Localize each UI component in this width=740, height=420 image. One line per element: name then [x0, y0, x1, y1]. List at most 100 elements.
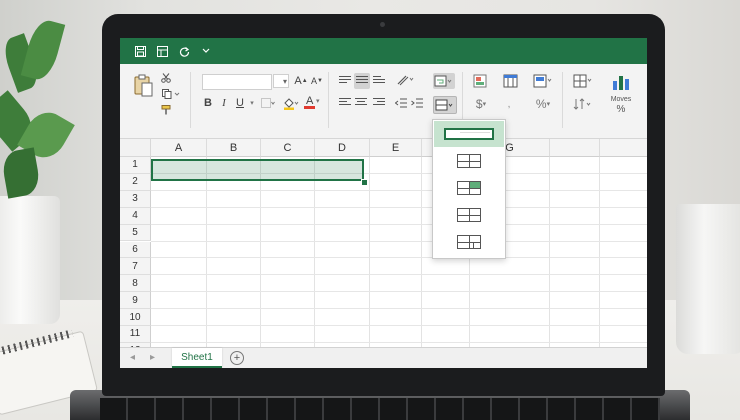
- row-header-5[interactable]: 5: [120, 224, 151, 242]
- undo-icon[interactable]: [154, 43, 170, 59]
- column-gridline: [421, 157, 422, 347]
- format-as-table-icon[interactable]: [502, 73, 520, 89]
- bold-button[interactable]: B: [202, 96, 214, 110]
- align-bottom-icon[interactable]: [372, 74, 386, 88]
- row-header-8[interactable]: 8: [120, 275, 151, 293]
- decrease-indent-icon[interactable]: [394, 96, 408, 110]
- next-sheet-icon[interactable]: ▸: [150, 352, 155, 363]
- paste-icon[interactable]: [132, 72, 154, 98]
- sheet-tab-bar: ◂ ▸ Sheet1 +: [120, 347, 647, 368]
- spreadsheet-grid: ABCDEFG 123456789101112: [120, 139, 647, 360]
- merge-center-icon: [444, 128, 494, 140]
- row-gridline: [151, 189, 647, 191]
- laptop-keyboard: [100, 398, 660, 420]
- title-bar: [120, 38, 647, 64]
- merge-and-center-item[interactable]: [434, 121, 504, 147]
- align-middle-icon[interactable]: [354, 73, 370, 89]
- align-top-icon[interactable]: [338, 74, 352, 88]
- align-left-icon[interactable]: [338, 96, 352, 110]
- group-separator: [328, 72, 329, 128]
- row-header-3[interactable]: 3: [120, 190, 151, 208]
- row-gridline: [151, 240, 647, 242]
- split-cells-item[interactable]: [434, 229, 504, 255]
- row-header-10[interactable]: 10: [120, 309, 151, 326]
- row-gridline: [151, 308, 647, 310]
- row-gridline: [151, 341, 647, 343]
- borders-icon[interactable]: [260, 97, 276, 109]
- column-gridline: [206, 157, 207, 347]
- underline-button[interactable]: U: [234, 96, 246, 110]
- chevron-down-icon[interactable]: ▾: [248, 96, 256, 110]
- merge-cells-item[interactable]: [434, 175, 504, 201]
- grow-font-button[interactable]: A ▲: [294, 74, 307, 88]
- select-all-corner[interactable]: [120, 139, 151, 157]
- chevron-down-icon[interactable]: [198, 43, 214, 59]
- font-name-input[interactable]: [202, 74, 272, 90]
- prev-sheet-icon[interactable]: ◂: [130, 352, 135, 363]
- row-gridline: [151, 206, 647, 208]
- wrap-text-icon[interactable]: [433, 73, 455, 89]
- merge-across-item[interactable]: [434, 148, 504, 174]
- plant-pot: [0, 196, 60, 324]
- increase-indent-icon[interactable]: [410, 96, 424, 110]
- merge-cells-icon: [457, 181, 481, 195]
- row-gridline: [151, 223, 647, 225]
- cut-icon[interactable]: [160, 72, 172, 84]
- column-gridline: [369, 157, 370, 347]
- italic-button[interactable]: I: [218, 96, 230, 110]
- column-header-b[interactable]: B: [207, 139, 261, 157]
- sheet-tab-sheet1[interactable]: Sheet1: [172, 348, 222, 368]
- unmerge-cells-item[interactable]: [434, 202, 504, 228]
- row-header-2[interactable]: 2: [120, 173, 151, 191]
- row-gridline: [151, 257, 647, 259]
- split-cells-icon: [457, 235, 481, 249]
- align-center-icon[interactable]: [354, 96, 368, 110]
- currency-button[interactable]: $ ▾: [472, 96, 490, 112]
- align-right-icon[interactable]: [372, 96, 386, 110]
- group-separator: [562, 72, 563, 128]
- fill-color-icon[interactable]: [282, 96, 300, 110]
- excel-window: ▾ A ▲ A ▼ B I U ▾ A ▾ $ ▾ , % ▾ Moves % …: [120, 38, 647, 368]
- row-gridline: [151, 274, 647, 276]
- add-sheet-button[interactable]: +: [230, 351, 244, 365]
- column-header-d[interactable]: D: [315, 139, 370, 157]
- column-header-e[interactable]: E: [370, 139, 422, 157]
- row-header-7[interactable]: 7: [120, 258, 151, 276]
- row-gridline: [151, 291, 647, 293]
- column-header-c[interactable]: C: [261, 139, 315, 157]
- shrink-font-button[interactable]: A ▼: [311, 74, 323, 88]
- chevron-down-icon: ▾: [282, 76, 287, 86]
- fill-handle[interactable]: [361, 179, 368, 186]
- column-header-a[interactable]: A: [151, 139, 207, 157]
- conditional-format-icon[interactable]: [472, 73, 490, 89]
- format-painter-icon[interactable]: [160, 104, 172, 116]
- row-header-1[interactable]: 1: [120, 157, 151, 174]
- column-header[interactable]: [550, 139, 600, 157]
- group-separator: [190, 72, 191, 128]
- unmerge-cells-icon: [457, 208, 481, 222]
- row-header-9[interactable]: 9: [120, 292, 151, 310]
- analyze-data-icon[interactable]: [610, 72, 632, 92]
- row-header-11[interactable]: 11: [120, 326, 151, 343]
- orientation-icon[interactable]: [396, 73, 416, 87]
- redo-icon[interactable]: [176, 43, 192, 59]
- merge-dropdown-menu: [432, 119, 506, 259]
- insert-cells-icon[interactable]: [572, 73, 594, 89]
- percent-button[interactable]: % ▾: [532, 96, 554, 112]
- font-color-button[interactable]: A ▾: [303, 95, 321, 110]
- row-header-4[interactable]: 4: [120, 207, 151, 225]
- comma-style-icon[interactable]: ,: [502, 96, 516, 112]
- sort-icon[interactable]: [572, 96, 594, 112]
- percent-icon[interactable]: %: [610, 103, 632, 115]
- column-gridline: [549, 157, 550, 347]
- font-size-input[interactable]: ▾: [273, 74, 289, 88]
- column-header[interactable]: [600, 139, 647, 157]
- save-icon[interactable]: [132, 43, 148, 59]
- webcam: [380, 22, 385, 27]
- merge-center-button[interactable]: [433, 96, 457, 114]
- selected-range[interactable]: [151, 159, 364, 181]
- cell-styles-icon[interactable]: [532, 73, 554, 89]
- row-gridline: [151, 325, 647, 326]
- row-header-6[interactable]: 6: [120, 241, 151, 259]
- copy-icon[interactable]: [160, 88, 182, 100]
